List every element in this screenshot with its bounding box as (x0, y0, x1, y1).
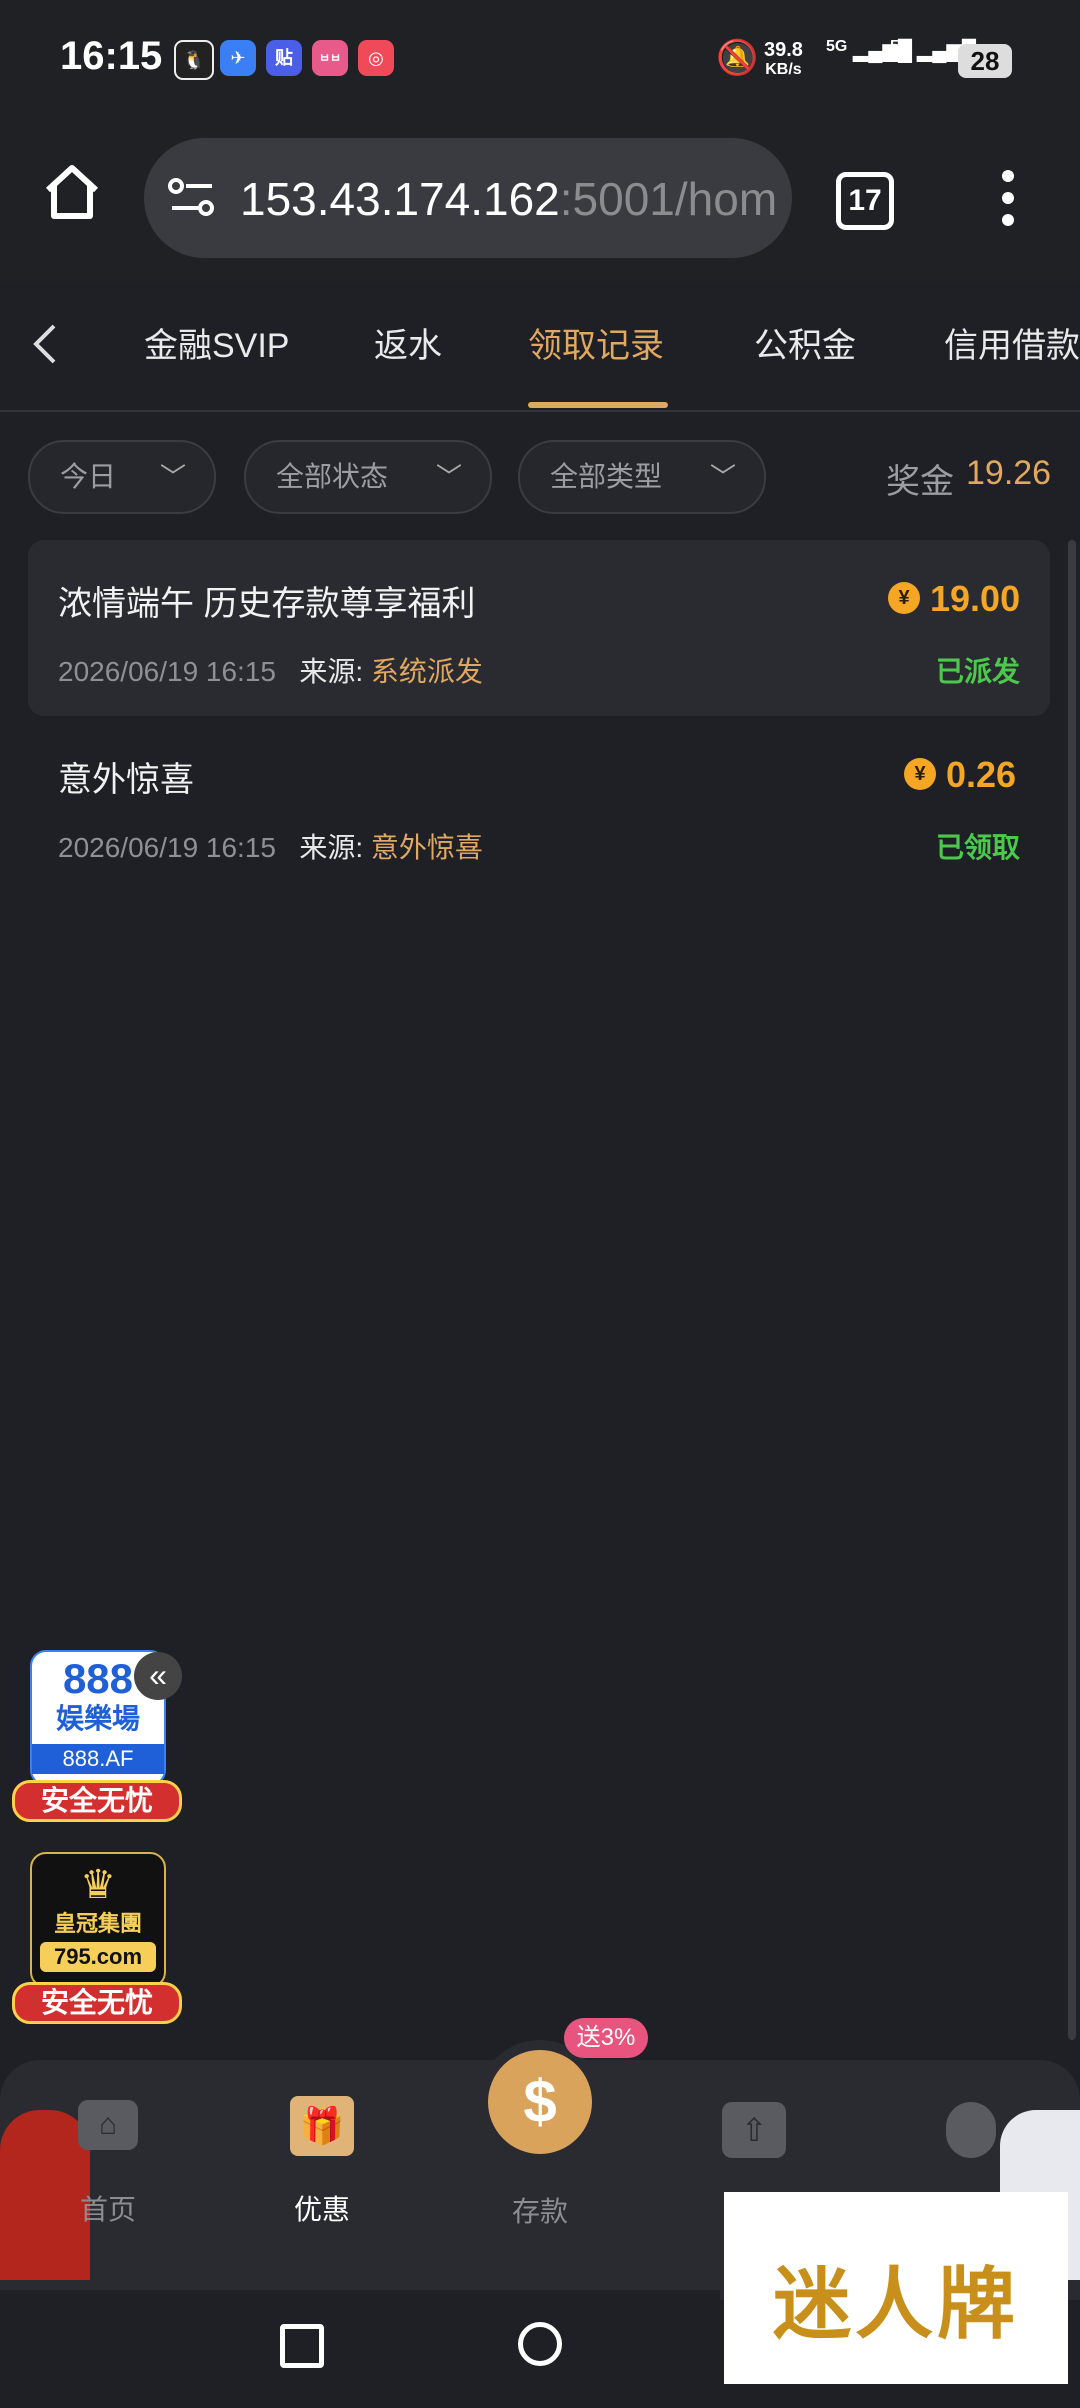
record-source: 意外惊喜 (370, 832, 483, 863)
mute-bell-icon: 🔕 (716, 39, 759, 77)
record-status: 已领取 (936, 832, 1021, 863)
coin-icon: ¥ (904, 758, 936, 790)
tab-claim-records[interactable]: 领取记录 (528, 318, 664, 367)
status-time: 16:15 (60, 34, 163, 78)
upload-icon[interactable]: ⇧ (722, 2102, 786, 2158)
recent-apps-button[interactable] (280, 2324, 324, 2368)
status-filter-label: 全部状态 (276, 461, 389, 492)
crown-icon: ♛ (80, 1863, 116, 1907)
more-menu-icon[interactable] (996, 166, 1020, 235)
record-title: 意外惊喜 (58, 761, 194, 799)
ad-subtitle: 娱樂場 (55, 1703, 140, 1734)
tab-credit-loan[interactable]: 信用借款 (944, 318, 1080, 367)
tab-rebate[interactable]: 返水 (374, 318, 442, 367)
type-filter-label: 全部类型 (550, 461, 663, 492)
tab-switcher-button[interactable]: 17 (836, 172, 894, 230)
home-icon[interactable] (40, 160, 104, 229)
bonus-total: 19.26 (966, 454, 1052, 492)
banner-text: 迷人牌 (772, 2260, 1019, 2348)
system-nav-bar (0, 2290, 720, 2408)
record-amount: 19.00 (930, 578, 1021, 619)
blue-app-icon: ✈ (220, 40, 256, 76)
chevron-down-icon: ﹀ (159, 462, 186, 492)
ad-badge: 安全无忧 (12, 1780, 182, 1822)
date-filter-label: 今日 (60, 461, 117, 492)
brand-banner-ad[interactable]: 迷人牌 (724, 2192, 1068, 2384)
profile-icon[interactable] (946, 2102, 996, 2158)
nav-promo[interactable]: 优惠 (262, 2188, 382, 2228)
qq-icon: 🐧 (174, 40, 214, 80)
ad-domain: 795.com (40, 1942, 156, 1972)
chevron-down-icon: ﹀ (709, 462, 736, 492)
ad-domain: 888.AF (32, 1744, 164, 1774)
coin-icon: ¥ (888, 582, 920, 614)
record-status: 已派发 (936, 656, 1021, 687)
tab-finance-svip[interactable]: 金融SVIP (144, 318, 289, 367)
game-icon: ㅂㅂ (312, 40, 348, 76)
status-filter[interactable]: 全部状态 ﹀ (244, 440, 492, 514)
nav-home[interactable]: 首页 (48, 2188, 168, 2228)
gift-icon[interactable]: 🎁 (290, 2096, 354, 2156)
crown-group-ad[interactable]: ♛ 皇冠集團 795.com (30, 1852, 166, 1988)
url-text[interactable]: 153.43.174.162:5001/hom (240, 172, 777, 226)
battery-icon: 28 (958, 44, 1012, 78)
source-label: 来源: (299, 832, 364, 863)
deposit-coin-icon[interactable]: $ (488, 2050, 592, 2154)
home-nav-icon[interactable]: ⌂ (78, 2100, 138, 2150)
date-filter[interactable]: 今日 ﹀ (28, 440, 216, 514)
scrollbar[interactable] (1068, 540, 1076, 2040)
record-source: 系统派发 (370, 656, 483, 687)
record-datetime: 2026/06/19 16:15 (58, 832, 276, 863)
url-bar[interactable]: 153.43.174.162:5001/hom (144, 138, 792, 258)
net-speed: 39.8 KB/s (764, 39, 803, 78)
system-home-button[interactable] (518, 2322, 562, 2366)
source-label: 来源: (299, 656, 364, 687)
back-chevron-icon[interactable] (30, 322, 60, 371)
bonus-label: 奖金 (886, 463, 954, 501)
record-amount: 0.26 (946, 754, 1017, 795)
deposit-promo-badge: 送3% (564, 2018, 648, 2058)
tieba-icon: 贴 (266, 40, 302, 76)
active-tab-indicator (528, 402, 668, 408)
record-datetime: 2026/06/19 16:15 (58, 656, 276, 687)
collapse-ads-icon[interactable]: « (134, 1652, 182, 1700)
record-title: 浓情端午 历史存款尊享福利 (58, 585, 476, 623)
type-filter[interactable]: 全部类型 ﹀ (518, 440, 766, 514)
tab-provident-fund[interactable]: 公积金 (754, 318, 856, 367)
ad-logo-text: 皇冠集團 (53, 1911, 142, 1936)
record-meta: 2026/06/19 16:15 来源: 意外惊喜 (58, 826, 483, 866)
ad-badge: 安全无忧 (12, 1982, 182, 2024)
chevron-down-icon: ﹀ (435, 462, 462, 492)
record-meta: 2026/06/19 16:15 来源: 系统派发 (58, 650, 483, 690)
pink-app-icon: ◎ (358, 40, 394, 76)
nav-deposit[interactable]: 存款 (480, 2190, 600, 2230)
site-settings-icon[interactable] (168, 178, 216, 223)
